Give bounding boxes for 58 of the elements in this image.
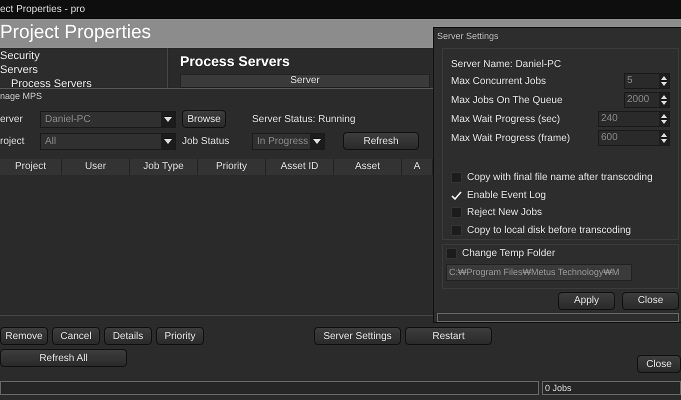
spinner-arrows-icon[interactable] bbox=[659, 93, 669, 107]
button[interactable]: Remove bbox=[0, 327, 48, 345]
column-header[interactable]: Server bbox=[180, 74, 430, 88]
button[interactable]: Close bbox=[637, 355, 681, 373]
panel-title: Process Servers bbox=[180, 52, 290, 70]
field-label: Max Concurrent Jobs bbox=[451, 74, 548, 88]
button[interactable]: Server Settings bbox=[314, 327, 401, 345]
button[interactable]: Apply bbox=[558, 292, 615, 310]
path-field[interactable]: C:₩Program Files₩Metus Technology₩M bbox=[446, 264, 632, 281]
column-header[interactable]: Asset ID bbox=[266, 159, 334, 175]
button[interactable]: Browse bbox=[182, 110, 226, 128]
checkbox-label[interactable]: Reject New Jobs bbox=[467, 205, 542, 220]
caret-icon bbox=[164, 138, 172, 144]
column-header[interactable]: Job Type bbox=[130, 159, 198, 175]
field-label: erver bbox=[0, 112, 24, 126]
column-header[interactable]: User bbox=[62, 159, 130, 175]
checkbox-label[interactable]: Change Temp Folder bbox=[462, 246, 556, 260]
spinner-arrows-icon[interactable] bbox=[659, 131, 669, 145]
dropdown[interactable]: In Progress bbox=[252, 132, 325, 150]
checkbox-label[interactable]: Copy to local disk before transcoding bbox=[467, 222, 631, 238]
column-header[interactable]: Project bbox=[0, 159, 62, 175]
button[interactable]: Priority bbox=[156, 327, 204, 345]
window-title-bar: ect Properties - pro bbox=[0, 0, 681, 19]
tree-item[interactable]: Servers bbox=[0, 63, 167, 77]
field-label: Job Status bbox=[182, 134, 230, 148]
checkbox-label[interactable]: Copy with final file name after transcoding bbox=[467, 170, 653, 186]
spinner-arrows-icon[interactable] bbox=[659, 74, 669, 88]
column-header[interactable]: Asset bbox=[334, 159, 402, 175]
field-label: Max Jobs On The Queue bbox=[451, 94, 564, 108]
field-label: Max Wait Progress (frame) bbox=[451, 132, 572, 146]
spin-box[interactable]: 240 bbox=[598, 111, 670, 127]
spinner-arrows-icon[interactable] bbox=[659, 112, 669, 126]
button[interactable]: Cancel bbox=[52, 327, 100, 345]
spin-box[interactable]: 2000 bbox=[624, 92, 670, 108]
server-name: Server Name: Daniel-PC bbox=[451, 58, 562, 71]
field-label: Max Wait Progress (sec) bbox=[451, 112, 562, 126]
dialog-title: Server Settings bbox=[437, 30, 500, 43]
caret-icon bbox=[164, 116, 172, 122]
caret-icon bbox=[313, 138, 321, 144]
button[interactable]: Refresh All bbox=[0, 349, 127, 367]
tree-item[interactable]: Process Servers bbox=[0, 77, 167, 91]
button[interactable]: Restart bbox=[405, 327, 492, 345]
checkmark-icon[interactable] bbox=[451, 190, 462, 201]
dropdown[interactable]: Daniel-PC bbox=[40, 110, 176, 128]
status-jobs: 0 Jobs bbox=[542, 381, 681, 395]
checkbox-label[interactable]: Enable Event Log bbox=[467, 188, 546, 203]
server-status: Server Status: Running bbox=[252, 112, 356, 126]
column-header[interactable]: Priority bbox=[198, 159, 266, 175]
spin-box[interactable]: 600 bbox=[598, 130, 670, 146]
button[interactable]: Refresh bbox=[343, 132, 419, 150]
window-title: nage MPS bbox=[0, 90, 42, 103]
spin-box[interactable]: 5 bbox=[624, 73, 670, 89]
dropdown[interactable]: All bbox=[40, 132, 176, 150]
tree-item[interactable]: Security bbox=[0, 49, 167, 63]
field-label: roject bbox=[0, 134, 26, 148]
button[interactable]: Details bbox=[104, 327, 152, 345]
column-header[interactable]: A bbox=[402, 159, 433, 175]
button[interactable]: Close bbox=[622, 292, 679, 310]
